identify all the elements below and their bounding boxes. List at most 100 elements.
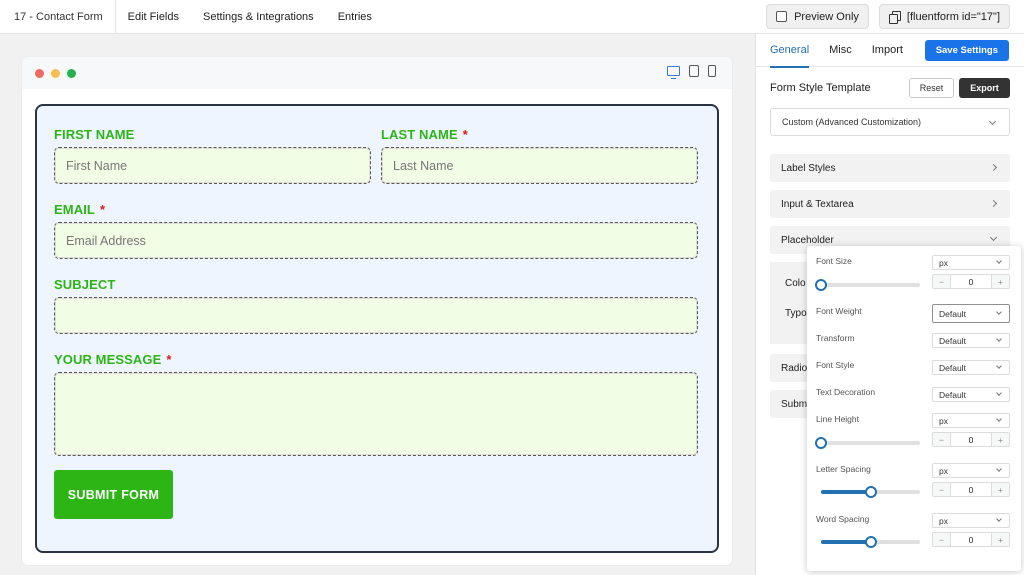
line-height-label: Line Height — [816, 414, 860, 424]
subject-input[interactable] — [54, 297, 698, 334]
last-name-input[interactable]: Last Name — [381, 147, 698, 184]
font-weight-label: Font Weight — [816, 306, 862, 316]
preview-only-label: Preview Only — [794, 10, 859, 23]
word-spacing-value[interactable]: 0 — [950, 533, 992, 546]
typography-label: Typo — [785, 308, 807, 319]
letter-spacing-value[interactable]: 0 — [950, 483, 992, 496]
chevron-down-icon — [996, 363, 1002, 369]
font-size-slider[interactable] — [815, 279, 920, 291]
transform-select[interactable]: Default — [932, 333, 1010, 348]
chevron-down-icon — [989, 233, 998, 242]
letter-spacing-unit-select[interactable]: px — [932, 463, 1010, 478]
tab-import[interactable]: Import — [872, 34, 903, 67]
checkbox-icon[interactable] — [776, 11, 788, 22]
increment-button[interactable]: + — [992, 533, 1009, 546]
line-height-unit-select[interactable]: px — [932, 413, 1010, 428]
transform-label: Transform — [816, 333, 855, 343]
style-template-label: Form Style Template — [770, 82, 871, 94]
nav-edit-fields[interactable]: Edit Fields — [116, 0, 191, 34]
message-textarea[interactable] — [54, 372, 698, 456]
font-size-stepper[interactable]: −0 + — [932, 274, 1010, 289]
increment-button[interactable]: + — [992, 275, 1009, 288]
section-label: Input & Textarea — [781, 198, 854, 210]
chevron-down-icon — [988, 117, 997, 126]
letter-spacing-stepper[interactable]: −0 + — [932, 482, 1010, 497]
section-label: Subm — [781, 398, 808, 410]
slider-thumb[interactable] — [864, 536, 877, 548]
decrement-button[interactable]: − — [933, 275, 950, 288]
section-input-textarea[interactable]: Input & Textarea — [770, 190, 1010, 218]
word-spacing-stepper[interactable]: −0 + — [932, 532, 1010, 547]
letter-spacing-label: Letter Spacing — [816, 464, 871, 474]
desktop-icon[interactable] — [667, 66, 680, 79]
export-button[interactable]: Export — [959, 78, 1010, 98]
font-size-unit-select[interactable]: px — [932, 255, 1010, 270]
tablet-icon[interactable] — [689, 65, 699, 77]
section-label: Placeholder — [781, 234, 834, 246]
form-preview: FIRST NAME First Name LAST NAME * Last Na… — [22, 57, 732, 565]
reset-button[interactable]: Reset — [909, 78, 954, 98]
style-template-value: Custom (Advanced Customization) — [782, 117, 922, 127]
decrement-button[interactable]: − — [933, 483, 950, 496]
message-label: YOUR MESSAGE * — [54, 352, 172, 367]
font-style-label: Font Style — [816, 360, 855, 370]
letter-spacing-slider[interactable] — [821, 486, 920, 498]
mobile-icon[interactable] — [708, 65, 716, 77]
slider-thumb[interactable] — [815, 437, 827, 449]
color-label: Colo — [785, 278, 806, 289]
window-minimize-dot — [51, 69, 60, 78]
save-settings-button[interactable]: Save Settings — [924, 40, 1009, 61]
font-size-label: Font Size — [816, 256, 852, 266]
required-mark: * — [166, 352, 172, 367]
style-template-select[interactable]: Custom (Advanced Customization) — [770, 108, 1010, 136]
device-switcher — [667, 65, 716, 79]
preview-window-bar — [22, 57, 732, 89]
font-size-value[interactable]: 0 — [950, 275, 992, 288]
increment-button[interactable]: + — [992, 483, 1009, 496]
tab-general[interactable]: General — [770, 34, 810, 68]
chevron-right-icon — [989, 199, 998, 208]
shortcode-text: [fluentform id="17"] — [906, 10, 1000, 23]
chevron-down-icon — [996, 309, 1002, 315]
slider-thumb[interactable] — [815, 279, 827, 291]
chevron-down-icon — [996, 336, 1002, 342]
copy-icon — [888, 11, 901, 24]
text-decoration-select[interactable]: Default — [932, 387, 1010, 402]
line-height-stepper[interactable]: −0 + — [932, 432, 1010, 447]
top-bar: 17 - Contact Form Edit Fields Settings &… — [0, 0, 1024, 34]
nav-entries[interactable]: Entries — [326, 0, 384, 34]
section-label: Label Styles — [781, 162, 836, 174]
submit-form-button[interactable]: SUBMIT FORM — [54, 470, 173, 519]
required-mark: * — [462, 127, 468, 142]
word-spacing-unit-select[interactable]: px — [932, 513, 1010, 528]
section-label-styles[interactable]: Label Styles — [770, 154, 1010, 182]
nav-settings-integrations[interactable]: Settings & Integrations — [191, 0, 326, 34]
font-weight-select[interactable]: Default — [932, 304, 1010, 323]
contact-form: FIRST NAME First Name LAST NAME * Last Na… — [35, 104, 719, 553]
decrement-button[interactable]: − — [933, 533, 950, 546]
increment-button[interactable]: + — [992, 433, 1009, 446]
shortcode-copy-button[interactable]: [fluentform id="17"] — [878, 4, 1010, 29]
email-input[interactable]: Email Address — [54, 222, 698, 259]
line-height-slider[interactable] — [815, 437, 920, 449]
subject-label: SUBJECT — [54, 277, 116, 292]
line-height-value[interactable]: 0 — [950, 433, 992, 446]
first-name-input[interactable]: First Name — [54, 147, 371, 184]
word-spacing-slider[interactable] — [821, 536, 920, 548]
first-name-label: FIRST NAME — [54, 127, 135, 142]
preview-only-toggle[interactable]: Preview Only — [766, 4, 869, 29]
email-label: EMAIL * — [54, 202, 106, 217]
text-decoration-label: Text Decoration — [816, 387, 876, 397]
window-maximize-dot — [67, 69, 76, 78]
font-style-select[interactable]: Default — [932, 360, 1010, 375]
word-spacing-label: Word Spacing — [816, 514, 870, 524]
panel-tabs: General Misc Import Save Settings — [756, 34, 1024, 68]
chevron-down-icon — [996, 390, 1002, 396]
last-name-label: LAST NAME * — [381, 127, 468, 142]
chevron-down-icon — [996, 516, 1002, 522]
typography-popup: Font Size px −0 + Font Weight Default Tra… — [807, 246, 1021, 571]
tab-misc[interactable]: Misc — [829, 34, 852, 67]
chevron-down-icon — [996, 466, 1002, 472]
decrement-button[interactable]: − — [933, 433, 950, 446]
slider-thumb[interactable] — [864, 486, 877, 498]
